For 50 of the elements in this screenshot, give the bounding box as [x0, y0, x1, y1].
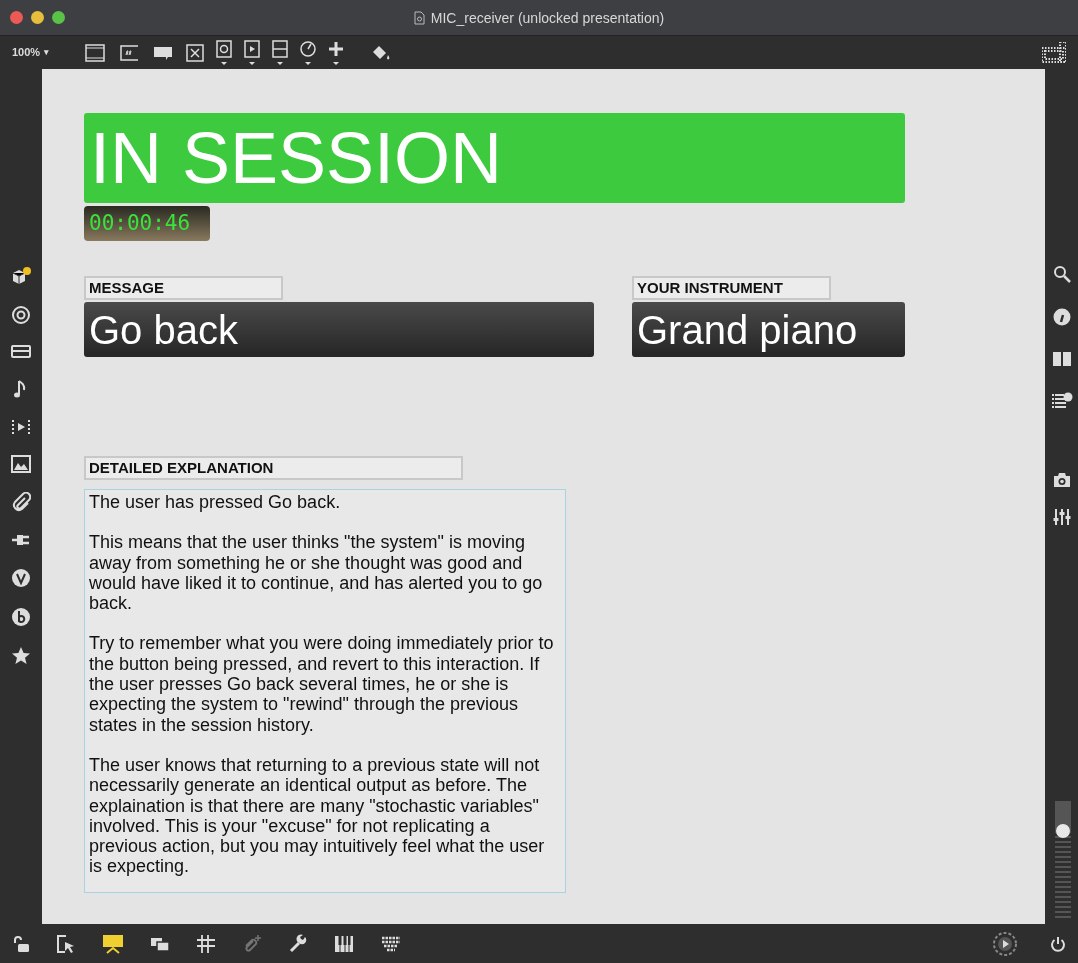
window-title: MIC_receiver (unlocked presentation)	[430, 8, 665, 28]
close-button[interactable]	[10, 11, 23, 24]
power-icon[interactable]	[1050, 936, 1066, 952]
slider-thumb[interactable]	[1056, 824, 1070, 838]
cursor-box-icon[interactable]	[56, 934, 76, 954]
timer-display: 00:00:46	[84, 206, 210, 241]
search-icon[interactable]	[1052, 265, 1071, 283]
dial-icon[interactable]	[300, 38, 316, 67]
unlocked-padlock-icon[interactable]	[12, 935, 30, 953]
presentation-screen-icon[interactable]	[102, 934, 124, 954]
minimize-button[interactable]	[31, 11, 44, 24]
play-object-icon[interactable]	[244, 38, 260, 67]
label-box: DETAILED EXPLANATION	[84, 456, 463, 480]
message-box-icon[interactable]	[118, 42, 140, 63]
panel-icon[interactable]	[84, 42, 106, 63]
camera-icon[interactable]	[1052, 472, 1071, 488]
volume-slider[interactable]	[1055, 801, 1071, 921]
piano-keys-icon[interactable]	[334, 935, 354, 953]
paperclip-icon[interactable]	[11, 492, 31, 512]
image-icon[interactable]	[11, 455, 31, 473]
list-icon[interactable]	[1050, 392, 1073, 410]
instrument-display: Grand piano	[632, 302, 905, 357]
v-circle-icon[interactable]	[11, 568, 31, 588]
explanation-paragraph: The user knows that returning to a previous state will not necessarily generate an identical output as before. The explaination is that there are many "stochastic variables" involved. This is your "excuse" for not replicating a previous action, but you may intuitively feel what the user is expecting.	[89, 754, 546, 877]
explanation-paragraph: This means that the user thinks "the system" is moving away from something he or she thought was good and would have liked it to continue, and has alerted you to go back.	[89, 532, 544, 614]
tray-icon[interactable]	[11, 344, 31, 360]
message-display: Go back	[84, 302, 594, 357]
zoom-dropdown[interactable]: 100% ▾	[12, 44, 72, 61]
explanation-paragraph: The user has pressed Go back.	[89, 492, 342, 513]
button-object-icon[interactable]	[216, 38, 232, 67]
b-circle-icon[interactable]	[11, 607, 31, 627]
label-box: MESSAGE	[84, 276, 283, 300]
wrench-icon[interactable]	[288, 934, 308, 954]
info-icon[interactable]	[1052, 308, 1071, 326]
status-banner: IN SESSION	[84, 113, 905, 203]
mixer-icon[interactable]	[1052, 508, 1071, 526]
columns-icon[interactable]	[1052, 351, 1071, 367]
slider-object-icon[interactable]	[272, 38, 288, 67]
cube-icon[interactable]	[10, 266, 32, 286]
toggle-icon[interactable]	[186, 42, 204, 63]
target-icon[interactable]	[11, 305, 31, 325]
label-box: YOUR INSTRUMENT	[632, 276, 831, 300]
zoom-button[interactable]	[52, 11, 65, 24]
play-icon[interactable]	[992, 931, 1018, 957]
explanation-paragraph: Try to remember what you were doing immediately prior to the button being pressed, and revert to this interaction. If the user presses Go back several times, he or she is expecting the system to "rewind" through the previous states in the session history.	[89, 633, 555, 735]
star-icon[interactable]	[11, 646, 31, 665]
keyboard-icon[interactable]	[380, 935, 402, 953]
video-icon[interactable]	[11, 418, 31, 436]
document-icon	[413, 11, 425, 25]
stacked-windows-icon[interactable]	[150, 936, 170, 952]
